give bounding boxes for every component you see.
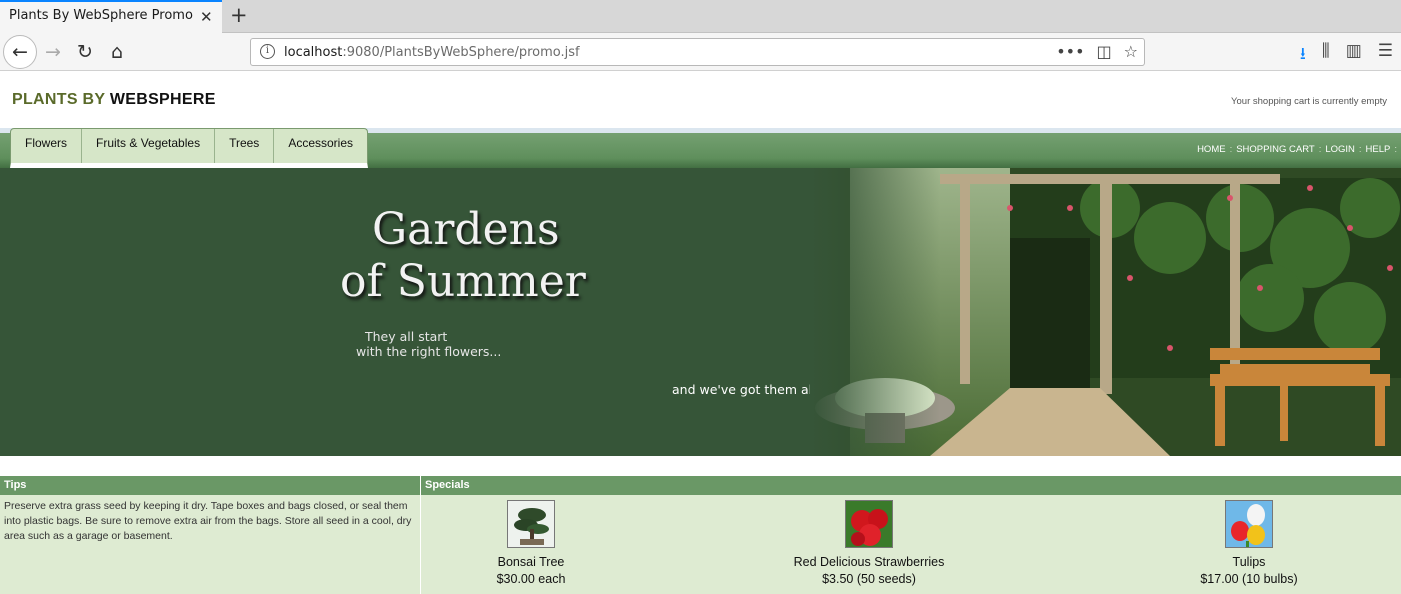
tips-heading: Tips [0,476,420,495]
special-item[interactable]: Tulips $17.00 (10 bulbs) [1099,500,1399,588]
browser-tab[interactable]: Plants By WebSphere Promo ✕ [0,0,222,33]
downloads-icon[interactable]: ⭳ [1300,41,1306,70]
special-price: $17.00 (10 bulbs) [1200,572,1298,586]
site-info-icon[interactable]: i [260,44,275,59]
new-tab-icon[interactable]: + [230,3,248,27]
page-actions-icon[interactable]: ••• [1056,42,1084,61]
browser-tools: ⭳ ⫼ ▥ ☰ [1300,41,1393,70]
bookmark-star-icon[interactable]: ☆ [1124,42,1138,61]
logo-part1: PLANTS BY [12,91,106,108]
special-item[interactable]: Red Delicious Strawberries $3.50 (50 see… [719,500,1019,588]
special-price: $3.50 (50 seeds) [822,572,916,586]
specials-heading: Specials [421,476,1401,495]
banner-subtitle-line2: with the right flowers... [356,344,502,359]
home-icon: ⌂ [110,41,124,63]
special-price: $30.00 each [496,572,566,586]
banner-title-line1: Gardens [372,204,560,255]
tab-fruits-vegetables[interactable]: Fruits & Vegetables [82,129,216,163]
reload-button[interactable]: ↻ [68,35,102,69]
special-name[interactable]: Bonsai Tree [381,554,681,571]
reload-icon: ↻ [77,41,93,63]
address-bar[interactable]: i localhost:9080/PlantsByWebSphere/promo… [250,38,1145,66]
shopping-cart-link[interactable]: SHOPPING CART [1232,144,1318,155]
url-path: :9080/PlantsByWebSphere/promo.jsf [342,45,580,60]
browser-toolbar: ← → ↻ ⌂ i localhost:9080/PlantsByWebSphe… [0,33,1401,71]
url-actions: ••• ◫ ☆ [1056,42,1138,61]
tab-flowers[interactable]: Flowers [11,129,83,163]
forward-button[interactable]: → [36,35,70,69]
cart-status: Your shopping cart is currently empty [1231,96,1387,107]
specials-panel: Specials Bonsai Tree $30.00 each Red Del… [421,476,1401,594]
tips-text: Preserve extra grass seed by keeping it … [4,500,412,542]
tab-trees[interactable]: Trees [215,129,275,163]
tab-accessories[interactable]: Accessories [274,129,367,163]
back-button[interactable]: ← [3,35,37,69]
web-page: PLANTS BY WEBSPHERE Your shopping cart i… [0,72,1401,594]
tulips-image[interactable] [1225,500,1273,548]
bonsai-tree-image[interactable] [507,500,555,548]
browser-tab-strip: Plants By WebSphere Promo ✕ + [0,0,1401,33]
banner-subtitle-line1: They all start [365,329,448,344]
category-tabs: Flowers Fruits & Vegetables Trees Access… [10,128,368,168]
pocket-icon[interactable]: ◫ [1097,42,1112,61]
strawberries-image[interactable] [845,500,893,548]
help-link[interactable]: HELP [1362,144,1395,155]
banner-title-line2: of Summer [340,256,586,307]
url-text: localhost:9080/PlantsByWebSphere/promo.j… [284,45,580,60]
banner-subtitle: They all start with the right flowers... [356,329,501,359]
tab-title: Plants By WebSphere Promo [9,8,193,23]
home-link[interactable]: HOME [1193,144,1230,155]
forward-arrow-icon: → [45,41,61,63]
tips-panel: Tips Preserve extra grass seed by keepin… [0,476,420,594]
promo-banner: Gardens of Summer They all start with th… [0,168,1401,456]
login-link[interactable]: LOGIN [1321,144,1359,155]
url-host: localhost [284,45,343,60]
menu-icon[interactable]: ☰ [1378,41,1393,70]
close-tab-icon[interactable]: ✕ [200,8,213,26]
logo-part2: WEBSPHERE [109,91,216,108]
site-logo[interactable]: PLANTS BY WEBSPHERE [12,91,216,109]
special-item[interactable]: Bonsai Tree $30.00 each [381,500,681,588]
top-links: HOME: SHOPPING CART: LOGIN: HELP: [1193,144,1397,155]
home-button[interactable]: ⌂ [100,35,134,69]
special-name[interactable]: Red Delicious Strawberries [719,554,1019,571]
sidebar-icon[interactable]: ▥ [1346,41,1362,70]
garden-image [810,168,1401,456]
library-icon[interactable]: ⫼ [1322,41,1330,70]
banner-title: Gardens of Summer [340,204,586,308]
special-name[interactable]: Tulips [1099,554,1399,571]
back-arrow-icon: ← [12,41,28,63]
spacer [0,456,1401,476]
banner-tagline: and we've got them all [672,382,816,397]
